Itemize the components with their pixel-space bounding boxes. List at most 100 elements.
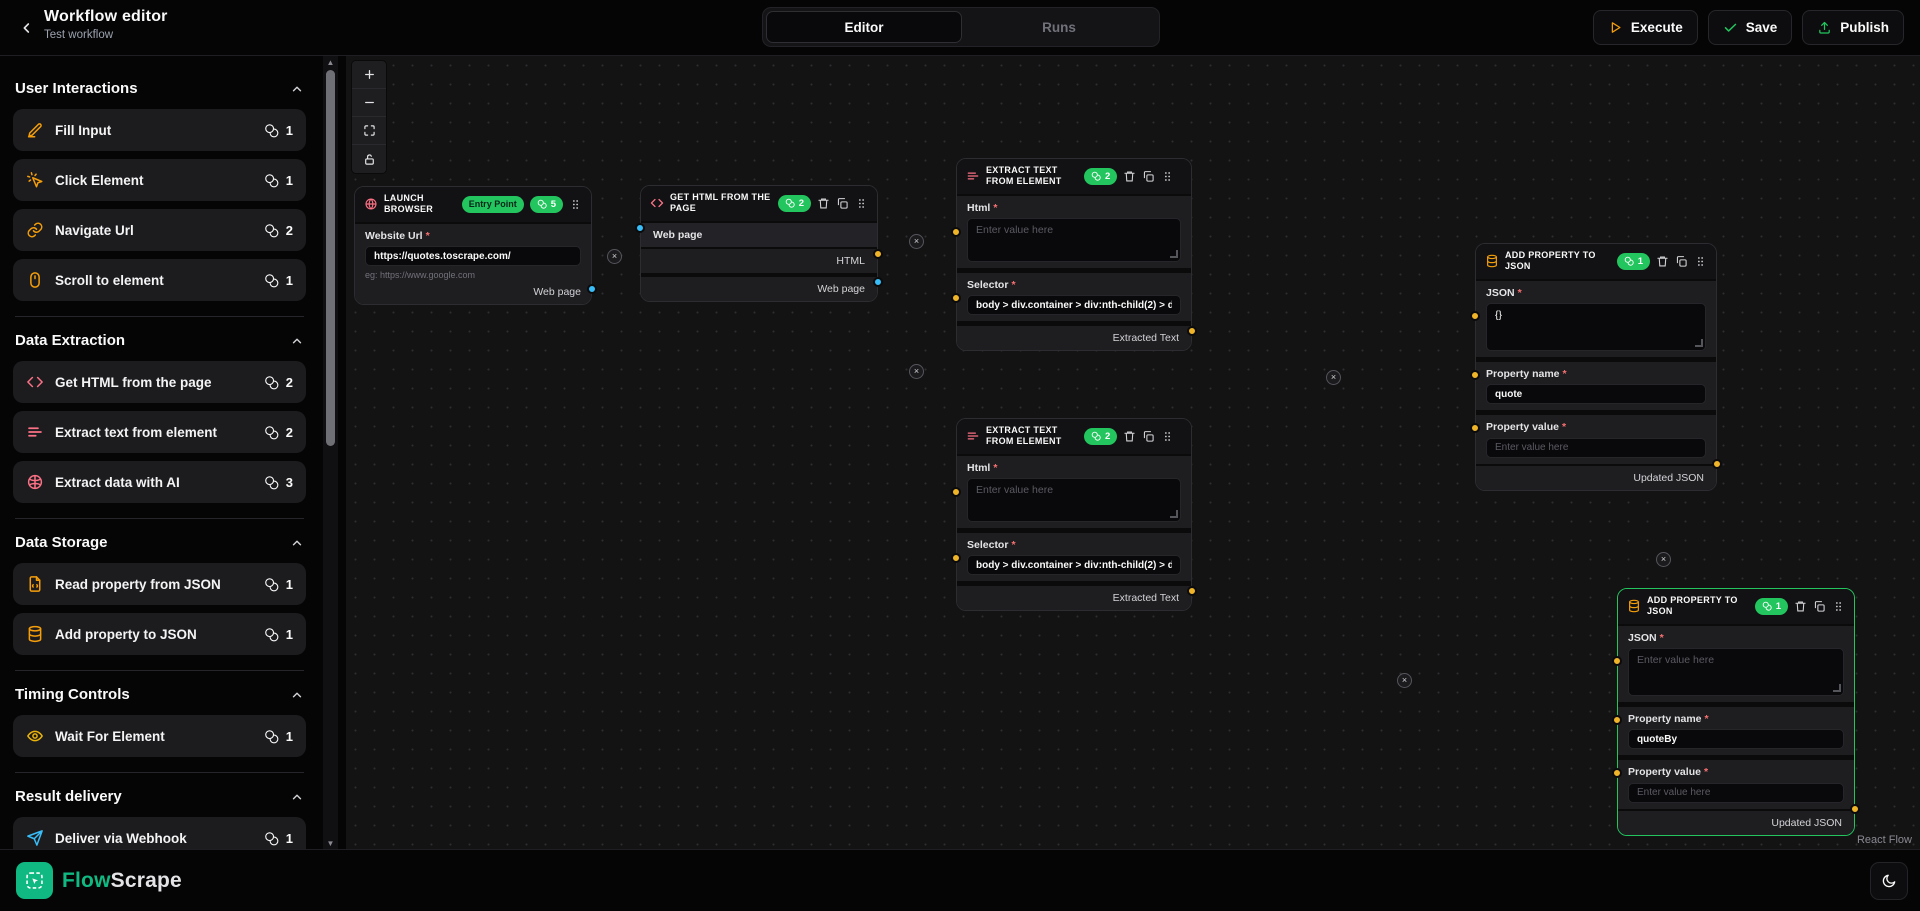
tab-editor[interactable]: Editor (766, 11, 962, 43)
lock-button[interactable] (352, 145, 386, 173)
property-name-input[interactable] (1628, 729, 1844, 749)
output-handle-updated-json[interactable] (1850, 804, 1860, 814)
output-handle-web-page[interactable] (587, 284, 597, 294)
copy-icon[interactable] (1142, 170, 1155, 183)
output-handle-web-page[interactable] (873, 277, 883, 287)
input-handle-property-name[interactable] (1470, 370, 1480, 380)
property-value-input[interactable] (1628, 783, 1844, 803)
output-handle-updated-json[interactable] (1712, 459, 1722, 469)
grip-icon[interactable] (569, 198, 582, 211)
node-extract-text-2[interactable]: EXTRACT TEXT FROM ELEMENT 2 Html* Select… (956, 418, 1192, 611)
input-handle-property-value[interactable] (1470, 423, 1480, 433)
json-textarea[interactable]: {} (1486, 303, 1706, 351)
output-label-web-page: Web page (641, 277, 877, 301)
node-header[interactable]: EXTRACT TEXT FROM ELEMENT 2 (957, 159, 1191, 194)
html-textarea[interactable] (967, 218, 1181, 262)
node-launch-browser[interactable]: LAUNCH BROWSER Entry Point 5 Website Url… (354, 186, 592, 305)
sidebar-item-get-html[interactable]: Get HTML from the page 2 (13, 361, 306, 403)
html-textarea[interactable] (967, 478, 1181, 522)
scroll-up-arrow[interactable]: ▲ (323, 56, 338, 68)
sidebar-item-extract-ai[interactable]: Extract data with AI 3 (13, 461, 306, 503)
scrollbar-thumb[interactable] (326, 70, 335, 446)
sidebar-item-navigate-url[interactable]: Navigate Url 2 (13, 209, 306, 251)
zoom-out-button[interactable] (352, 89, 386, 117)
tab-runs[interactable]: Runs (962, 11, 1156, 43)
edge-delete-button[interactable]: × (909, 364, 924, 379)
section-header-result-delivery[interactable]: Result delivery (15, 788, 304, 805)
node-add-property-1[interactable]: ADD PROPERTY TO JSON 1 JSON* {} Property… (1475, 243, 1717, 491)
node-header[interactable]: GET HTML FROM THE PAGE 2 (641, 186, 877, 221)
node-header[interactable]: LAUNCH BROWSER Entry Point 5 (355, 187, 591, 222)
output-handle-extracted-text[interactable] (1187, 326, 1197, 336)
trash-icon[interactable] (1794, 600, 1807, 613)
field-label: Selector* (967, 279, 1181, 291)
trash-icon[interactable] (817, 197, 830, 210)
sidebar-item-label: Deliver via Webhook (55, 831, 264, 846)
zoom-in-button[interactable] (352, 61, 386, 89)
node-get-html[interactable]: GET HTML FROM THE PAGE 2 Web page HTML W… (640, 185, 878, 302)
execute-button[interactable]: Execute (1593, 10, 1698, 45)
json-textarea[interactable] (1628, 648, 1844, 696)
trash-icon[interactable] (1123, 430, 1136, 443)
input-handle-property-name[interactable] (1612, 715, 1622, 725)
input-handle-selector[interactable] (951, 293, 961, 303)
sidebar-item-click-element[interactable]: Click Element 1 (13, 159, 306, 201)
sidebar-item-extract-text[interactable]: Extract text from element 2 (13, 411, 306, 453)
sidebar-item-scroll-to-element[interactable]: Scroll to element 1 (13, 259, 306, 301)
website-url-input[interactable] (365, 246, 581, 266)
edge-delete-button[interactable]: × (1656, 552, 1671, 567)
sidebar-item-fill-input[interactable]: Fill Input 1 (13, 109, 306, 151)
section-header-data-extraction[interactable]: Data Extraction (15, 332, 304, 349)
node-extract-text-1[interactable]: EXTRACT TEXT FROM ELEMENT 2 Html* Select… (956, 158, 1192, 351)
input-handle-web-page[interactable] (635, 223, 645, 233)
input-handle-json[interactable] (1470, 311, 1480, 321)
property-name-input[interactable] (1486, 384, 1706, 404)
node-header[interactable]: ADD PROPERTY TO JSON 1 (1618, 589, 1854, 624)
grip-icon[interactable] (1161, 430, 1174, 443)
text-lines-icon (966, 169, 980, 183)
copy-icon[interactable] (1813, 600, 1826, 613)
sidebar-item-deliver-webhook[interactable]: Deliver via Webhook 1 (13, 817, 306, 849)
copy-icon[interactable] (1142, 430, 1155, 443)
edge-delete-button[interactable]: × (1397, 673, 1412, 688)
edge-delete-button[interactable]: × (1326, 370, 1341, 385)
grip-icon[interactable] (1832, 600, 1845, 613)
copy-icon[interactable] (836, 197, 849, 210)
selector-input[interactable] (967, 295, 1181, 315)
input-handle-property-value[interactable] (1612, 768, 1622, 778)
grip-icon[interactable] (1694, 255, 1707, 268)
section-header-data-storage[interactable]: Data Storage (15, 534, 304, 551)
output-handle-extracted-text[interactable] (1187, 586, 1197, 596)
input-handle-json[interactable] (1612, 656, 1622, 666)
section-header-user-interactions[interactable]: User Interactions (15, 80, 304, 97)
input-handle-html[interactable] (951, 227, 961, 237)
node-header[interactable]: ADD PROPERTY TO JSON 1 (1476, 244, 1716, 279)
trash-icon[interactable] (1656, 255, 1669, 268)
fit-view-button[interactable] (352, 117, 386, 145)
node-header[interactable]: EXTRACT TEXT FROM ELEMENT 2 (957, 419, 1191, 454)
sidebar-item-wait-for-element[interactable]: Wait For Element 1 (13, 715, 306, 757)
selector-input[interactable] (967, 555, 1181, 575)
input-handle-html[interactable] (951, 487, 961, 497)
node-add-property-2[interactable]: ADD PROPERTY TO JSON 1 JSON* Property na… (1617, 588, 1855, 836)
property-value-input[interactable] (1486, 438, 1706, 458)
grip-icon[interactable] (1161, 170, 1174, 183)
copy-icon[interactable] (1675, 255, 1688, 268)
publish-button[interactable]: Publish (1802, 10, 1904, 45)
edge-delete-button[interactable]: × (909, 234, 924, 249)
theme-toggle-button[interactable] (1870, 862, 1908, 900)
grip-icon[interactable] (855, 197, 868, 210)
output-handle-html[interactable] (873, 249, 883, 259)
sidebar-item-read-property[interactable]: Read property from JSON 1 (13, 563, 306, 605)
sidebar-item-label: Get HTML from the page (55, 375, 264, 390)
back-button[interactable] (14, 15, 40, 41)
footer-bar: FlowScrape (0, 849, 1920, 911)
flow-canvas[interactable]: × × × × × × LAUNCH BROWSER Entry Point 5 (346, 56, 1920, 849)
save-button[interactable]: Save (1708, 10, 1793, 45)
edge-delete-button[interactable]: × (607, 249, 622, 264)
scroll-down-arrow[interactable]: ▼ (323, 837, 338, 849)
trash-icon[interactable] (1123, 170, 1136, 183)
sidebar-item-add-property[interactable]: Add property to JSON 1 (13, 613, 306, 655)
section-header-timing-controls[interactable]: Timing Controls (15, 686, 304, 703)
input-handle-selector[interactable] (951, 553, 961, 563)
